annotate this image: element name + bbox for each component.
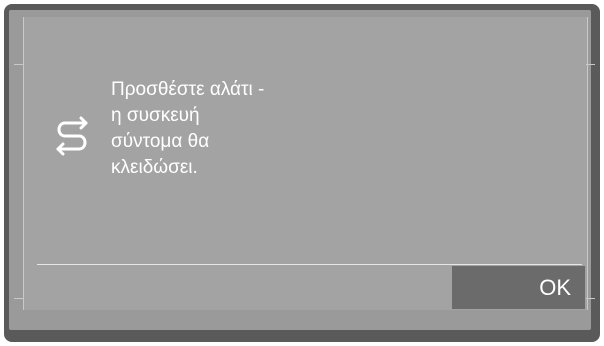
- message-line: η συσκευή: [111, 105, 200, 126]
- message-line: σύντομα θα: [111, 131, 210, 152]
- frame-tick-left-top: [14, 64, 23, 65]
- swap-arrows-icon: [50, 114, 100, 162]
- ok-button-label: OK: [539, 274, 571, 300]
- message-line: Προσθέστε αλάτι -: [111, 79, 265, 100]
- ok-button[interactable]: OK: [452, 266, 585, 309]
- frame-tick-right-top: [586, 64, 595, 65]
- frame-tick-right-bottom: [586, 298, 595, 299]
- frame-tick-left-bottom: [14, 298, 23, 299]
- message-line: κλειδώσει.: [111, 157, 198, 178]
- footer-divider: [37, 264, 582, 265]
- message-text: Προσθέστε αλάτι - η συσκευή σύντομα θα κ…: [111, 77, 341, 181]
